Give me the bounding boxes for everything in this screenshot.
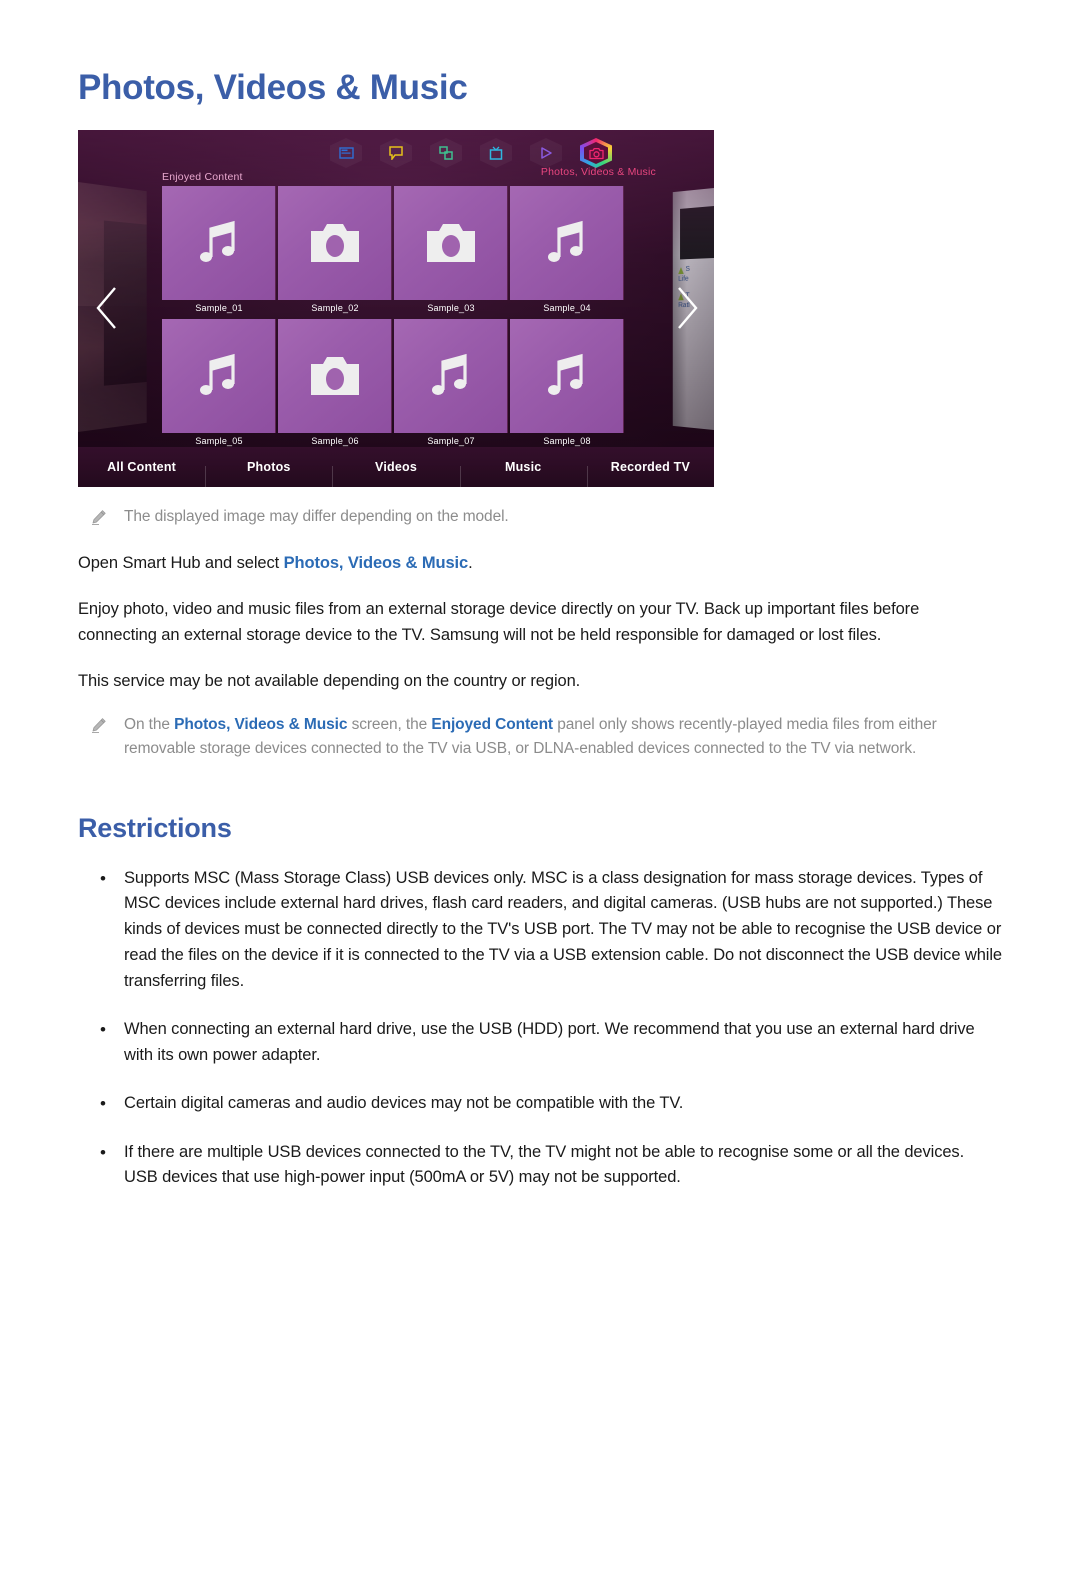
paragraph-availability: This service may be not available depend… xyxy=(78,671,581,690)
tab-videos[interactable]: Videos xyxy=(332,460,459,487)
tile-thumbnail[interactable] xyxy=(394,186,508,300)
bullet-text: When connecting an external hard drive, … xyxy=(124,1020,975,1064)
tile-caption: Sample_06 xyxy=(311,436,359,446)
list-item: • When connecting an external hard drive… xyxy=(78,1017,1002,1069)
tile-thumbnail[interactable] xyxy=(394,319,508,433)
tile-caption: Sample_02 xyxy=(311,303,359,313)
tile-thumbnail[interactable] xyxy=(278,319,392,433)
bullet-marker: • xyxy=(100,1020,106,1040)
note2-part2: screen, the xyxy=(347,715,432,733)
list-item[interactable]: Sample_01 xyxy=(162,186,276,313)
bullet-text: Supports MSC (Mass Storage Class) USB de… xyxy=(124,868,1002,991)
camera-icon xyxy=(426,224,475,262)
intro-instruction: Open Smart Hub and select Photos, Videos… xyxy=(78,551,1002,577)
intro-accent-link[interactable]: Photos, Videos & Music xyxy=(284,554,469,572)
list-item: • Certain digital cameras and audio devi… xyxy=(78,1091,1002,1118)
chevron-right-icon[interactable] xyxy=(674,285,700,331)
list-item[interactable]: Sample_07 xyxy=(394,319,508,446)
apps-icon[interactable] xyxy=(430,138,462,168)
pencil-icon xyxy=(90,713,110,761)
document-page: Photos, Videos & Music S Life T Ratl Pho… xyxy=(0,68,1080,1191)
note2-part1: On the xyxy=(124,715,175,733)
tv-icon[interactable] xyxy=(480,138,512,168)
tile-thumbnail[interactable] xyxy=(510,186,624,300)
tab-music[interactable]: Music xyxy=(459,460,587,487)
intro-part2: . xyxy=(468,554,473,572)
right-panel-line-1: S xyxy=(685,265,690,273)
list-item: • If there are multiple USB devices conn… xyxy=(78,1140,1002,1192)
tile-caption: Sample_07 xyxy=(427,436,475,446)
intro-part1: Open Smart Hub and select xyxy=(78,554,284,572)
bullet-text: Certain digital cameras and audio device… xyxy=(124,1093,684,1112)
camera-icon xyxy=(310,357,359,395)
play-icon[interactable] xyxy=(530,138,562,168)
note-text: On the Photos, Videos & Music screen, th… xyxy=(124,713,1002,761)
bullet-text: If there are multiple USB devices connec… xyxy=(124,1142,965,1187)
chevron-left-icon[interactable] xyxy=(94,285,120,331)
tab-all-content[interactable]: All Content xyxy=(78,460,205,474)
enjoyed-content-label: Enjoyed Content xyxy=(162,171,243,183)
bullet-marker: • xyxy=(100,868,106,888)
right-panel-marker-1 xyxy=(678,267,684,274)
note-text: The displayed image may differ depending… xyxy=(124,508,509,525)
music-note-icon xyxy=(547,353,583,395)
tile-thumbnail[interactable] xyxy=(162,319,276,433)
section-title-restrictions: Restrictions xyxy=(78,812,232,843)
tile-thumbnail[interactable] xyxy=(510,319,624,433)
note-model-disclaimer: The displayed image may differ depending… xyxy=(78,505,1002,531)
tile-caption: Sample_04 xyxy=(543,303,591,313)
content-filter-tabs: All Content Photos Videos Music Recorded… xyxy=(78,447,714,487)
tile-thumbnail[interactable] xyxy=(162,186,276,300)
note2-accent-enjoyed-content[interactable]: Enjoyed Content xyxy=(431,716,553,733)
tile-caption: Sample_08 xyxy=(543,436,591,446)
camera-icon xyxy=(310,224,359,262)
list-item[interactable]: Sample_04 xyxy=(510,186,624,313)
music-note-icon xyxy=(199,353,235,395)
speech-bubble-icon[interactable] xyxy=(380,138,412,168)
camera-icon[interactable] xyxy=(580,138,612,168)
tile-row: Sample_05 Sample_06 Sample_07 Sample_08 xyxy=(162,319,624,446)
tv-screenshot: S Life T Ratl Photos, Videos & Music Enj… xyxy=(78,130,714,487)
list-item[interactable]: Sample_02 xyxy=(278,186,392,313)
content-tile-grid: Sample_01 Sample_02 Sample_03 Sample_04 … xyxy=(162,186,624,446)
note2-accent-photos-videos-music[interactable]: Photos, Videos & Music xyxy=(174,716,347,733)
tab-photos[interactable]: Photos xyxy=(205,460,332,487)
tile-caption: Sample_03 xyxy=(427,303,475,313)
tab-recorded-tv[interactable]: Recorded TV xyxy=(586,460,714,487)
selected-nav-label: Photos, Videos & Music xyxy=(540,166,656,178)
bullet-marker: • xyxy=(100,1142,106,1162)
page-title: Photos, Videos & Music xyxy=(78,68,468,107)
smart-hub-nav xyxy=(78,138,714,168)
tile-caption: Sample_01 xyxy=(195,303,243,313)
tile-thumbnail[interactable] xyxy=(278,186,392,300)
note-enjoyed-content: On the Photos, Videos & Music screen, th… xyxy=(78,713,1002,761)
list-item: • Supports MSC (Mass Storage Class) USB … xyxy=(78,866,1002,995)
music-note-icon xyxy=(431,353,467,395)
pencil-icon xyxy=(90,505,110,531)
tile-row: Sample_01 Sample_02 Sample_03 Sample_04 xyxy=(162,186,624,313)
list-item[interactable]: Sample_03 xyxy=(394,186,508,313)
panel-icon[interactable] xyxy=(330,138,362,168)
tile-caption: Sample_05 xyxy=(195,436,243,446)
right-panel-line-2: Life xyxy=(678,275,689,283)
right-panel-thumbnail xyxy=(680,205,714,260)
list-item[interactable]: Sample_08 xyxy=(510,319,624,446)
list-item[interactable]: Sample_06 xyxy=(278,319,392,446)
bullet-marker: • xyxy=(100,1093,106,1113)
paragraph-intro-details: Enjoy photo, video and music files from … xyxy=(78,599,920,644)
music-note-icon xyxy=(199,220,235,262)
music-note-icon xyxy=(547,220,583,262)
list-item[interactable]: Sample_05 xyxy=(162,319,276,446)
